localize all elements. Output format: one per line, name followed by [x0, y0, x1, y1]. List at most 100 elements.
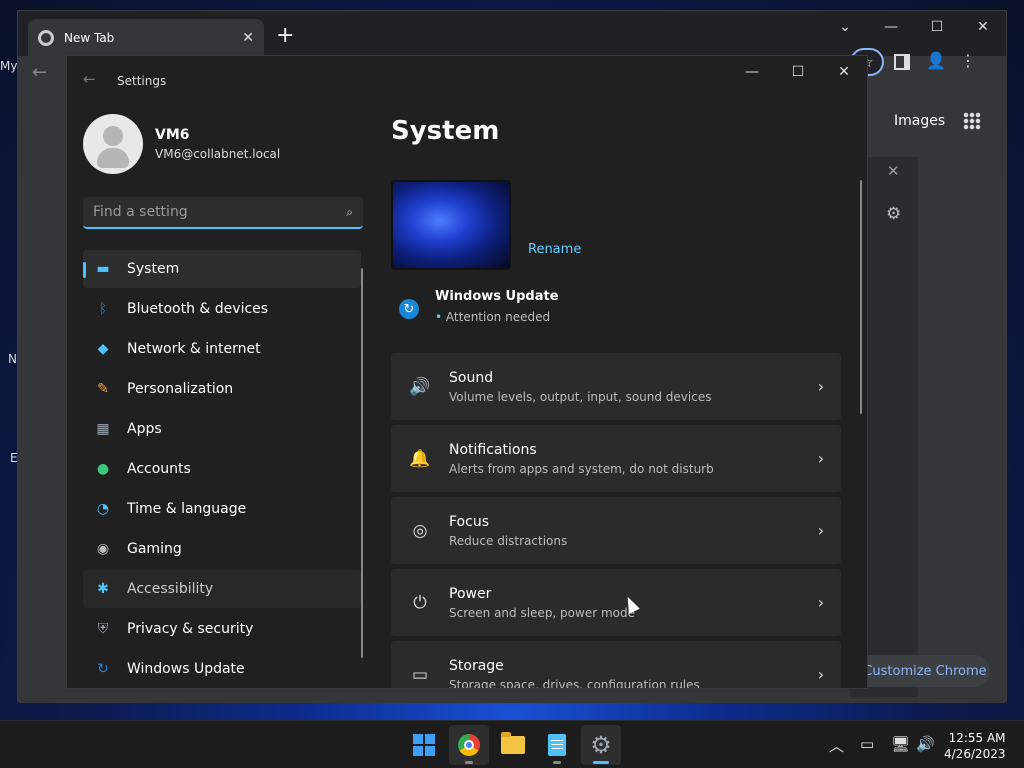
customize-chrome-button[interactable]: Customize Chrome [852, 655, 990, 687]
page-title: System [391, 116, 500, 146]
desktop-icon-label: N [8, 352, 17, 366]
chrome-favicon-icon [38, 29, 54, 46]
windows-update-status[interactable]: ↻ Windows Update • Attention needed [391, 289, 559, 324]
show-hidden-icons-icon[interactable]: ︿ [829, 735, 844, 756]
sidebar-item-label: Gaming [127, 541, 182, 557]
close-tab-icon[interactable]: ✕ [242, 30, 254, 46]
sidebar-item-network[interactable]: ◆ Network & internet [83, 330, 361, 368]
rename-link[interactable]: Rename [528, 242, 581, 257]
device-wallpaper-thumbnail [391, 180, 511, 270]
sidebar-item-label: Privacy & security [127, 621, 254, 637]
taskbar-chrome[interactable] [449, 725, 489, 765]
sidebar-item-label: Apps [127, 421, 162, 437]
running-indicator [465, 761, 473, 764]
card-notifications[interactable]: 🔔 Notifications Alerts from apps and sys… [391, 425, 841, 492]
sidebar-item-label: Bluetooth & devices [127, 301, 269, 317]
back-arrow-icon[interactable]: ← [83, 70, 96, 88]
chevron-right-icon: › [817, 665, 825, 684]
taskbar-notepad[interactable] [537, 725, 577, 765]
sidebar-item-accounts[interactable]: ● Accounts [83, 450, 361, 488]
network-icon[interactable]: 🖥 [891, 735, 910, 753]
gear-icon: ⚙ [590, 731, 612, 759]
minimize-button[interactable]: — [729, 56, 775, 88]
sidebar-item-label: Windows Update [127, 661, 245, 677]
sidebar-item-accessibility[interactable]: ✱ Accessibility [83, 570, 361, 608]
card-text: Storage Storage space, drives, configura… [449, 657, 801, 689]
chevron-right-icon: › [817, 377, 825, 396]
card-text: Notifications Alerts from apps and syste… [449, 442, 801, 476]
sidebar-item-privacy-security[interactable]: ⛨ Privacy & security [83, 610, 361, 648]
taskbar-file-explorer[interactable] [493, 725, 533, 765]
focus-icon: ◎ [412, 520, 428, 541]
start-button[interactable] [404, 725, 444, 765]
card-storage[interactable]: ▭ Storage Storage space, drives, configu… [391, 641, 841, 689]
settings-window: ← Settings — ☐ ✕ VM6 VM6@collabnet.local… [66, 55, 868, 689]
windows-update-status-text: • Attention needed [435, 310, 551, 324]
clock-date: 4/26/2023 [944, 747, 1006, 761]
bell-icon: 🔔 [409, 448, 431, 469]
update-icon: ↻ [399, 299, 419, 319]
search-icon[interactable]: ⌕ [346, 205, 353, 220]
search-input[interactable] [93, 204, 347, 220]
close-button[interactable]: ✕ [960, 11, 1006, 43]
maximize-button[interactable]: ☐ [775, 56, 821, 88]
storage-icon: ▭ [411, 664, 429, 685]
sidebar-item-time-language[interactable]: ◔ Time & language [83, 490, 361, 528]
side-panel-icon[interactable] [894, 54, 910, 70]
close-button[interactable]: ✕ [821, 56, 867, 88]
sidebar-item-label: Personalization [127, 381, 234, 397]
chrome-icon [458, 734, 480, 756]
sidebar-item-label: Accessibility [127, 581, 214, 597]
sidebar-item-windows-update[interactable]: ↻ Windows Update [83, 650, 361, 688]
back-arrow-icon[interactable]: ← [32, 62, 47, 83]
settings-cards: 🔊 Sound Volume levels, output, input, so… [391, 353, 841, 689]
avatar [83, 114, 143, 174]
chrome-menu-icon[interactable]: ⋮ [960, 51, 976, 70]
card-text: Focus Reduce distractions [449, 514, 801, 548]
card-sound[interactable]: 🔊 Sound Volume levels, output, input, so… [391, 353, 841, 420]
user-profile[interactable]: VM6 VM6@collabnet.local [83, 114, 280, 174]
sidebar-scrollbar[interactable] [361, 268, 363, 658]
bluetooth-icon: ᛒ [98, 301, 108, 317]
monitor-icon: ▬ [96, 261, 110, 277]
sidebar-item-label: Accounts [127, 461, 191, 477]
sidebar-item-system[interactable]: ▬ System [83, 250, 361, 288]
new-tab-button[interactable]: + [276, 23, 294, 48]
taskbar-settings[interactable]: ⚙ [581, 725, 621, 765]
main-scrollbar[interactable] [860, 180, 862, 414]
sidebar-item-bluetooth[interactable]: ᛒ Bluetooth & devices [83, 290, 361, 328]
avatar-body-icon [97, 148, 129, 168]
folder-icon [501, 732, 525, 754]
card-text: Sound Volume levels, output, input, soun… [449, 370, 801, 404]
minimize-button[interactable]: — [868, 11, 914, 43]
speaker-icon: 🔊 [409, 376, 431, 397]
chrome-tab-new-tab[interactable]: New Tab ✕ [28, 19, 264, 56]
card-focus[interactable]: ◎ Focus Reduce distractions › [391, 497, 841, 564]
tab-search-icon[interactable]: ⌄ [822, 11, 868, 43]
accessibility-icon: ✱ [97, 581, 109, 597]
volume-icon[interactable]: 🔊 [916, 735, 935, 753]
card-title: Focus [449, 513, 489, 530]
sidebar-item-label: Time & language [127, 501, 247, 517]
sidebar-item-gaming[interactable]: ◉ Gaming [83, 530, 361, 568]
profile-icon[interactable]: 👤 [926, 51, 946, 70]
card-title: Notifications [449, 441, 537, 458]
card-subtitle: Reduce distractions [449, 533, 568, 548]
maximize-button[interactable]: ☐ [914, 11, 960, 43]
power-icon: ⏻ [413, 592, 427, 613]
status-text: Attention needed [445, 310, 551, 324]
google-apps-icon[interactable] [963, 112, 981, 130]
clock[interactable]: 12:55 AM 4/26/2023 [944, 730, 1006, 762]
keyboard-layout-icon[interactable]: ▭ [860, 735, 874, 753]
close-icon[interactable]: ✕ [887, 162, 900, 180]
card-title: Storage [449, 657, 504, 674]
card-power[interactable]: ⏻ Power Screen and sleep, power mode › [391, 569, 841, 636]
sidebar-item-apps[interactable]: ▦ Apps [83, 410, 361, 448]
sidebar-item-label: Network & internet [127, 341, 261, 357]
images-link[interactable]: Images [894, 113, 945, 129]
windows-update-text: Windows Update • Attention needed [435, 289, 559, 324]
app-title: Settings [117, 74, 167, 88]
gear-icon[interactable]: ⚙ [886, 204, 901, 224]
chevron-right-icon: › [817, 593, 825, 612]
sidebar-item-personalization[interactable]: ✎ Personalization [83, 370, 361, 408]
